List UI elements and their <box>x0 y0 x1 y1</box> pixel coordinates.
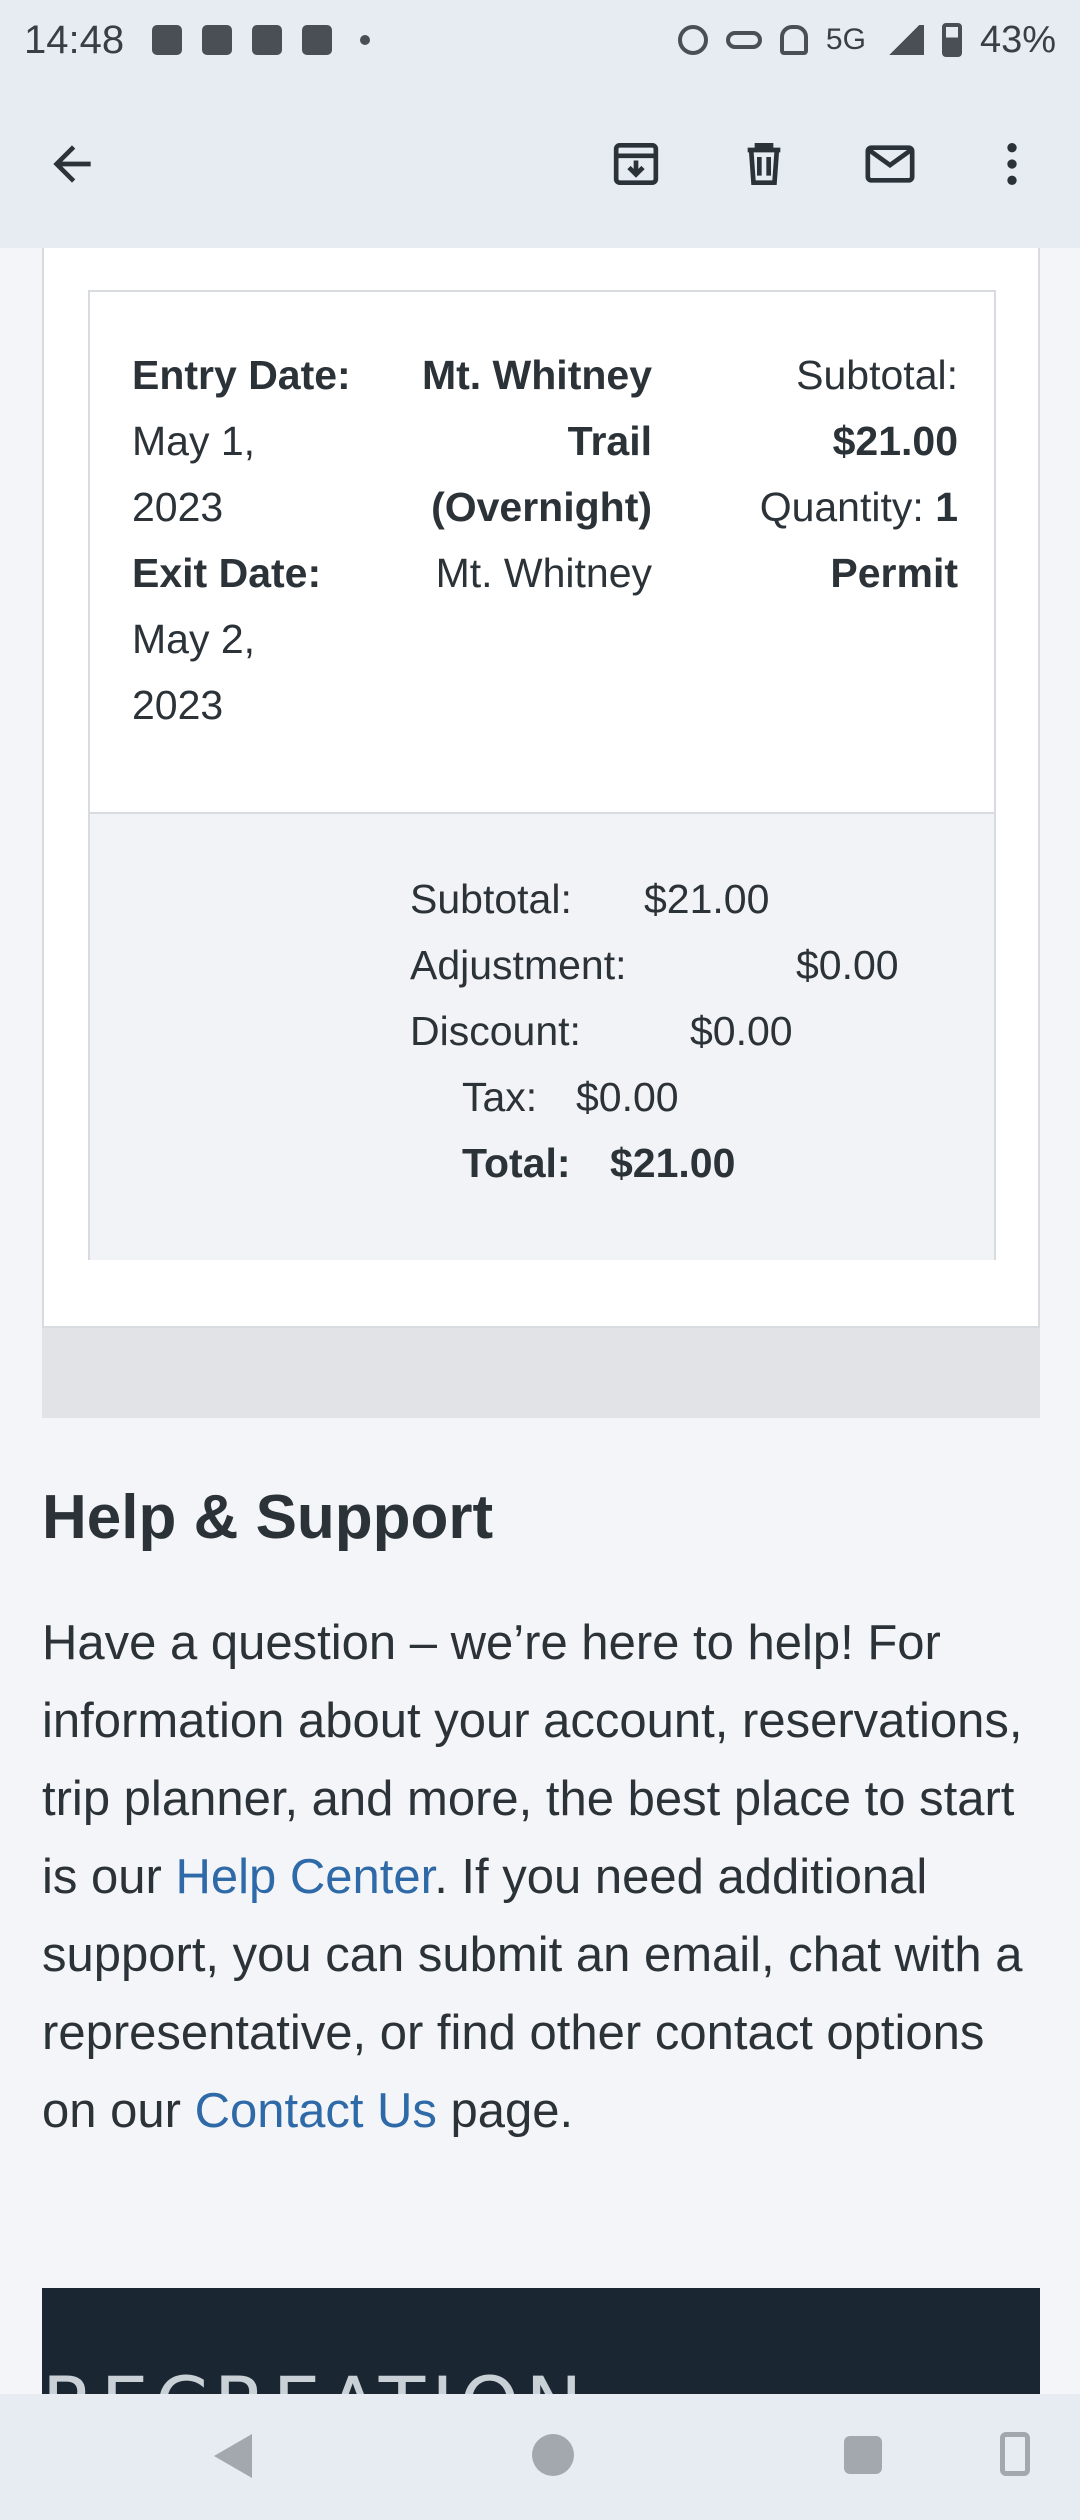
nav-home-icon[interactable] <box>532 2434 574 2476</box>
nav-recents-icon[interactable] <box>844 2436 882 2474</box>
order-item-row: Entry Date: May 1, 2023 Exit Date: May 2… <box>90 292 994 812</box>
signal-icon <box>883 25 924 55</box>
entry-date-label: Entry Date: <box>132 352 351 398</box>
email-footer: RECREATION <box>42 2288 1040 2394</box>
entry-date-line2: 2023 <box>132 484 224 530</box>
battery-icon <box>941 23 962 57</box>
permit-name-line3: (Overnight) <box>431 484 652 530</box>
back-button[interactable] <box>32 124 112 204</box>
help-support-section: Help & Support Have a question – we’re h… <box>42 1418 1040 2288</box>
rotate-icon[interactable] <box>1000 2432 1030 2476</box>
quantity-line: Quantity: 1 <box>660 474 958 540</box>
more-notifications-icon <box>360 35 371 45</box>
quantity-value: 1 <box>935 484 958 530</box>
mail-icon <box>865 145 915 183</box>
permit-name-line2: Trail <box>567 418 652 464</box>
permit-column: Mt. Whitney Trail (Overnight) Mt. Whitne… <box>390 342 652 606</box>
totals-tax-value: $0.00 <box>576 1074 679 1120</box>
mute-icon <box>779 25 808 55</box>
help-text-part3: page. <box>436 2084 574 2138</box>
recreation-logo[interactable]: RECREATION <box>42 2360 588 2394</box>
notification-app-icon <box>302 25 333 55</box>
quantity-unit: Permit <box>830 550 958 596</box>
totals-adjustment-label: Adjustment: <box>410 942 627 988</box>
totals-discount-label: Discount: <box>410 1008 581 1054</box>
price-column: Subtotal: $21.00 Quantity: 1 Permit <box>660 342 958 606</box>
totals-tax-label: Tax: <box>462 1074 538 1120</box>
help-title: Help & Support <box>42 1483 494 1552</box>
archive-button[interactable] <box>596 124 676 204</box>
arrow-left-icon <box>53 145 91 183</box>
totals-total-value: $21.00 <box>610 1140 736 1186</box>
quantity-label: Quantity: <box>759 484 924 530</box>
status-bar: 14:48 5G 43% <box>0 0 1080 80</box>
trash-icon <box>747 143 781 185</box>
help-center-link[interactable]: Help Center <box>175 1850 434 1904</box>
section-divider <box>42 1328 1040 1418</box>
exit-date-line2: 2023 <box>132 682 224 728</box>
exit-date-label: Exit Date: <box>132 550 322 596</box>
status-time: 14:48 <box>24 17 125 62</box>
totals-total-label: Total: <box>462 1140 571 1186</box>
exit-date-line1: May 2, <box>132 616 256 662</box>
delete-button[interactable] <box>724 124 804 204</box>
entry-date-line1: May 1, <box>132 418 256 464</box>
alarm-icon <box>677 25 708 55</box>
totals-subtotal-value: $21.00 <box>644 876 770 922</box>
notification-app-icon <box>152 25 183 55</box>
order-totals: Subtotal: $21.00 Adjustment: $0.00 Disco… <box>90 812 994 1260</box>
email-body[interactable]: Entry Date: May 1, 2023 Exit Date: May 2… <box>0 248 1080 2394</box>
vpn-key-icon <box>725 31 762 49</box>
battery-percent: 43% <box>979 18 1056 61</box>
system-icons: 5G 43% <box>677 18 1056 62</box>
help-text: Have a question – we’re here to help! Fo… <box>42 1604 1040 2150</box>
permit-location: Mt. Whitney <box>435 550 652 596</box>
more-vert-icon <box>1007 143 1017 185</box>
notification-icons <box>152 25 371 55</box>
item-subtotal-value: $21.00 <box>832 418 958 464</box>
totals-discount-value: $0.00 <box>690 1008 793 1054</box>
order-card: Entry Date: May 1, 2023 Exit Date: May 2… <box>42 248 1040 1328</box>
archive-icon <box>613 143 659 185</box>
nav-back-icon[interactable] <box>214 2434 252 2478</box>
system-nav-bar <box>0 2394 1080 2520</box>
notification-app-icon <box>252 25 283 55</box>
order-item-box: Entry Date: May 1, 2023 Exit Date: May 2… <box>88 290 996 1260</box>
contact-us-link[interactable]: Contact Us <box>195 2084 437 2138</box>
totals-subtotal-label: Subtotal: <box>410 876 572 922</box>
mark-unread-button[interactable] <box>850 124 930 204</box>
totals-adjustment-value: $0.00 <box>796 942 899 988</box>
mail-notification-icon <box>202 25 233 55</box>
more-options-button[interactable] <box>972 124 1052 204</box>
item-subtotal-label: Subtotal: <box>796 352 958 398</box>
app-bar <box>0 80 1080 248</box>
permit-name-line1: Mt. Whitney <box>421 352 652 398</box>
network-type: 5G <box>825 23 866 56</box>
dates-column: Entry Date: May 1, 2023 Exit Date: May 2… <box>132 342 372 738</box>
